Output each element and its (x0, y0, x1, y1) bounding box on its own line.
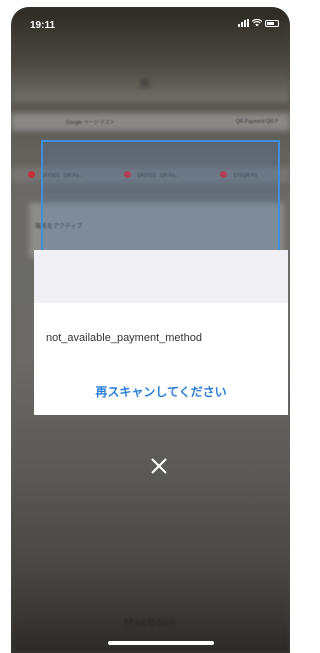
battery-icon (265, 19, 279, 27)
dialog-header (34, 250, 288, 303)
home-indicator[interactable] (108, 641, 214, 645)
browser-bar-text: Google ページ テスト (66, 120, 115, 126)
error-message: not_available_payment_method (46, 332, 202, 344)
wifi-icon (252, 19, 262, 27)
status-icons (238, 19, 279, 27)
payment-tab-text: QR Payment QR P (236, 119, 279, 125)
laptop-camera (141, 79, 149, 87)
error-dialog: not_available_payment_method 再スキャンしてください (34, 250, 288, 415)
signal-icon (238, 19, 249, 27)
laptop-brand: MacBook (124, 617, 177, 629)
rescan-button[interactable]: 再スキャンしてください (34, 383, 288, 405)
close-icon[interactable] (148, 455, 170, 477)
tab-favicon (28, 171, 35, 178)
status-time: 19:11 (30, 20, 56, 31)
